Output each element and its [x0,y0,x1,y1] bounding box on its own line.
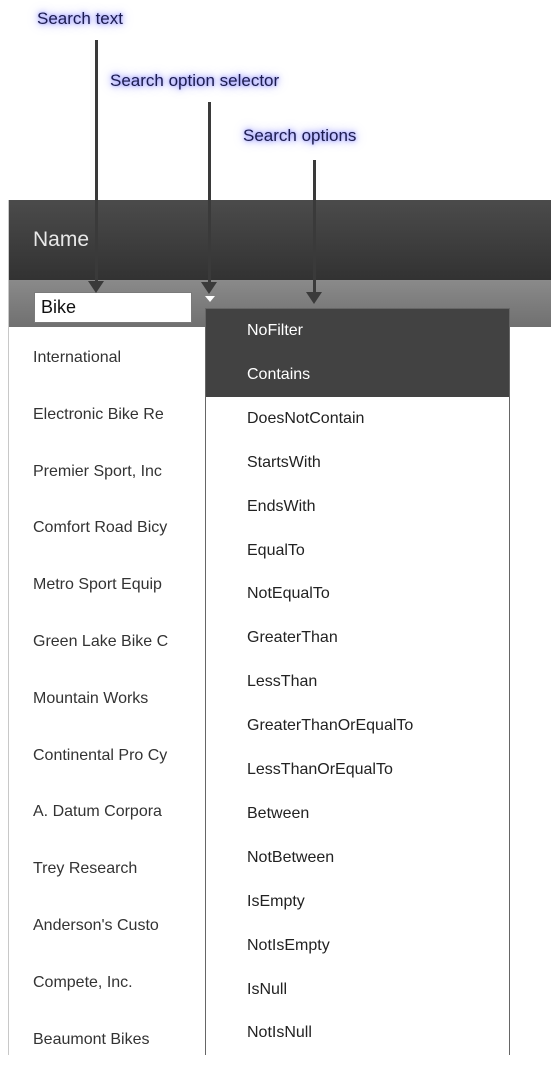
filter-option-notisnull[interactable]: NotIsNull [206,1011,509,1055]
filter-option-lessthanorequalto[interactable]: LessThanOrEqualTo [206,748,509,792]
arrow-search-option-selector [208,102,211,283]
callout-search-option-selector: Search option selector [110,71,280,90]
grid-row[interactable]: Green Lake Bike C [33,633,168,651]
filter-option-doesnotcontain[interactable]: DoesNotContain [206,397,509,441]
grid-row[interactable]: Anderson's Custo [33,917,159,935]
grid-row[interactable]: Comfort Road Bicy [33,519,167,537]
column-header-name[interactable]: Name [9,200,551,280]
arrow-search-text [95,40,98,282]
grid-row[interactable]: Premier Sport, Inc [33,463,162,481]
filter-option-nofilter[interactable]: NoFilter [206,309,509,353]
arrow-head-search-options [306,292,322,304]
filter-option-isempty[interactable]: IsEmpty [206,880,509,924]
grid-row[interactable]: A. Datum Corpora [33,803,162,821]
filter-option-greaterthanorequalto[interactable]: GreaterThanOrEqualTo [206,704,509,748]
grid-row[interactable]: Continental Pro Cy [33,747,167,765]
filter-option-notisempty[interactable]: NotIsEmpty [206,924,509,968]
grid-row[interactable]: Electronic Bike Re [33,406,164,424]
filter-option-endswith[interactable]: EndsWith [206,485,509,529]
torn-edge [0,1055,551,1077]
filter-option-contains[interactable]: Contains [206,352,509,397]
arrow-search-options [313,160,316,293]
filter-option-notbetween[interactable]: NotBetween [206,836,509,880]
filter-option-greaterthan[interactable]: GreaterThan [206,616,509,660]
grid-row[interactable]: Metro Sport Equip [33,576,162,594]
filter-option-lessthan[interactable]: LessThan [206,660,509,704]
filter-dropdown-toggle[interactable] [202,294,218,308]
search-text-input[interactable] [34,292,192,323]
filter-option-between[interactable]: Between [206,792,509,836]
arrow-head-search-option-selector [201,282,217,294]
grid-row[interactable]: Compete, Inc. [33,974,133,992]
filter-option-isnull[interactable]: IsNull [206,968,509,1012]
callout-search-text: Search text [37,9,123,28]
grid-row[interactable]: Mountain Works [33,690,148,708]
grid-row[interactable]: Beaumont Bikes [33,1031,150,1049]
filter-option-notequalto[interactable]: NotEqualTo [206,572,509,616]
filter-option-equalto[interactable]: EqualTo [206,529,509,573]
arrow-head-search-text [88,281,104,293]
grid-row[interactable]: International [33,349,121,367]
column-header-label: Name [33,228,90,251]
callout-search-options: Search options [243,126,357,145]
filter-options-dropdown: NoFilter Contains DoesNotContain StartsWith… [205,308,510,1057]
grid-row[interactable]: Trey Research [33,860,137,878]
filter-option-startswith[interactable]: StartsWith [206,441,509,485]
